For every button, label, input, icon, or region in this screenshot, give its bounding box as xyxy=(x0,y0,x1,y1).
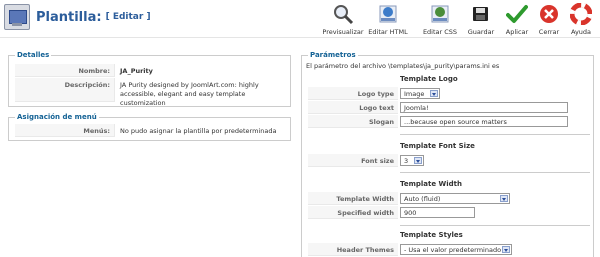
logo-section-heading: Template Logo xyxy=(400,75,458,83)
font-section-heading: Template Font Size xyxy=(400,142,475,150)
font-size-value: 3 xyxy=(404,157,409,165)
menus-label: Menús: xyxy=(15,124,115,137)
page-title: Plantilla: xyxy=(36,9,102,25)
css-edit-icon xyxy=(429,3,451,25)
width-section-heading: Template Width xyxy=(400,180,463,188)
logo-text-label: Logo text xyxy=(308,101,398,114)
font-size-select[interactable]: 3 xyxy=(400,155,424,166)
menu-assignment-panel: Asignación de menú Menús: No pudo asigna… xyxy=(8,113,291,141)
header-themes-value: - Usa el valor predeterminado - xyxy=(404,246,506,254)
edit-html-label: Editar HTML xyxy=(368,28,408,36)
menus-value: No pudo asignar la plantilla por predete… xyxy=(120,127,277,135)
magnifier-icon xyxy=(332,3,354,25)
logo-type-label: Logo type xyxy=(308,87,398,100)
details-panel: Detalles Nombre: JA_Purity Descripción: … xyxy=(8,51,291,107)
help-lifebuoy-icon xyxy=(569,2,593,26)
slogan-input[interactable]: ...because open source matters xyxy=(400,116,568,127)
template-width-select[interactable]: Auto (fluid) xyxy=(400,193,510,204)
slogan-label: Slogan xyxy=(308,115,398,128)
chevron-down-icon xyxy=(500,195,508,202)
header-themes-select[interactable]: - Usa el valor predeterminado - xyxy=(400,244,512,255)
logo-type-select[interactable]: Image xyxy=(400,88,440,99)
specified-width-label: Specified width xyxy=(308,206,398,219)
preview-button[interactable]: Previsualizar xyxy=(318,3,368,36)
menu-assignment-legend: Asignación de menú xyxy=(15,113,99,121)
details-legend: Detalles xyxy=(15,51,52,59)
template-width-value: Auto (fluid) xyxy=(404,195,441,203)
help-button[interactable]: Ayuda xyxy=(556,2,600,36)
styles-section-heading: Template Styles xyxy=(400,231,463,239)
params-file-note: El parámetro del archivo \templates\ja_p… xyxy=(306,62,500,70)
help-label: Ayuda xyxy=(570,28,592,36)
preview-label: Previsualizar xyxy=(322,28,364,36)
page-subtitle-edit: [ Editar ] xyxy=(105,12,151,22)
edit-html-button[interactable]: Editar HTML xyxy=(363,3,413,36)
divider xyxy=(400,134,590,135)
html-edit-icon xyxy=(377,3,399,25)
save-label: Guardar xyxy=(467,28,495,36)
name-label: Nombre: xyxy=(15,64,115,77)
template-width-label: Template Width xyxy=(308,192,398,205)
parameters-legend: Parámetros xyxy=(308,51,358,59)
logo-text-input[interactable]: Joomla! xyxy=(400,102,568,113)
template-icon xyxy=(4,4,30,30)
description-value: JA Purity designed by JoomlArt.com: high… xyxy=(120,81,259,107)
parameters-panel: Parámetros El parámetro del archivo \tem… xyxy=(301,51,594,257)
edit-css-label: Editar CSS xyxy=(422,28,458,36)
font-size-label: Font size xyxy=(308,154,398,167)
description-label: Descripción: xyxy=(15,78,115,102)
header-themes-label: Header Themes xyxy=(308,243,398,256)
chevron-down-icon xyxy=(430,90,438,97)
chevron-down-icon xyxy=(414,157,422,164)
name-value: JA_Purity xyxy=(120,67,153,75)
divider xyxy=(400,225,590,226)
save-icon xyxy=(470,3,492,25)
chevron-down-icon xyxy=(502,246,510,253)
toolbar: Plantilla: [ Editar ] Previsualizar Edit… xyxy=(0,0,600,38)
specified-width-input[interactable]: 900 xyxy=(400,207,475,218)
divider xyxy=(400,172,590,173)
logo-type-value: Image xyxy=(404,90,425,98)
page-title-area: Plantilla: [ Editar ] xyxy=(4,4,151,30)
